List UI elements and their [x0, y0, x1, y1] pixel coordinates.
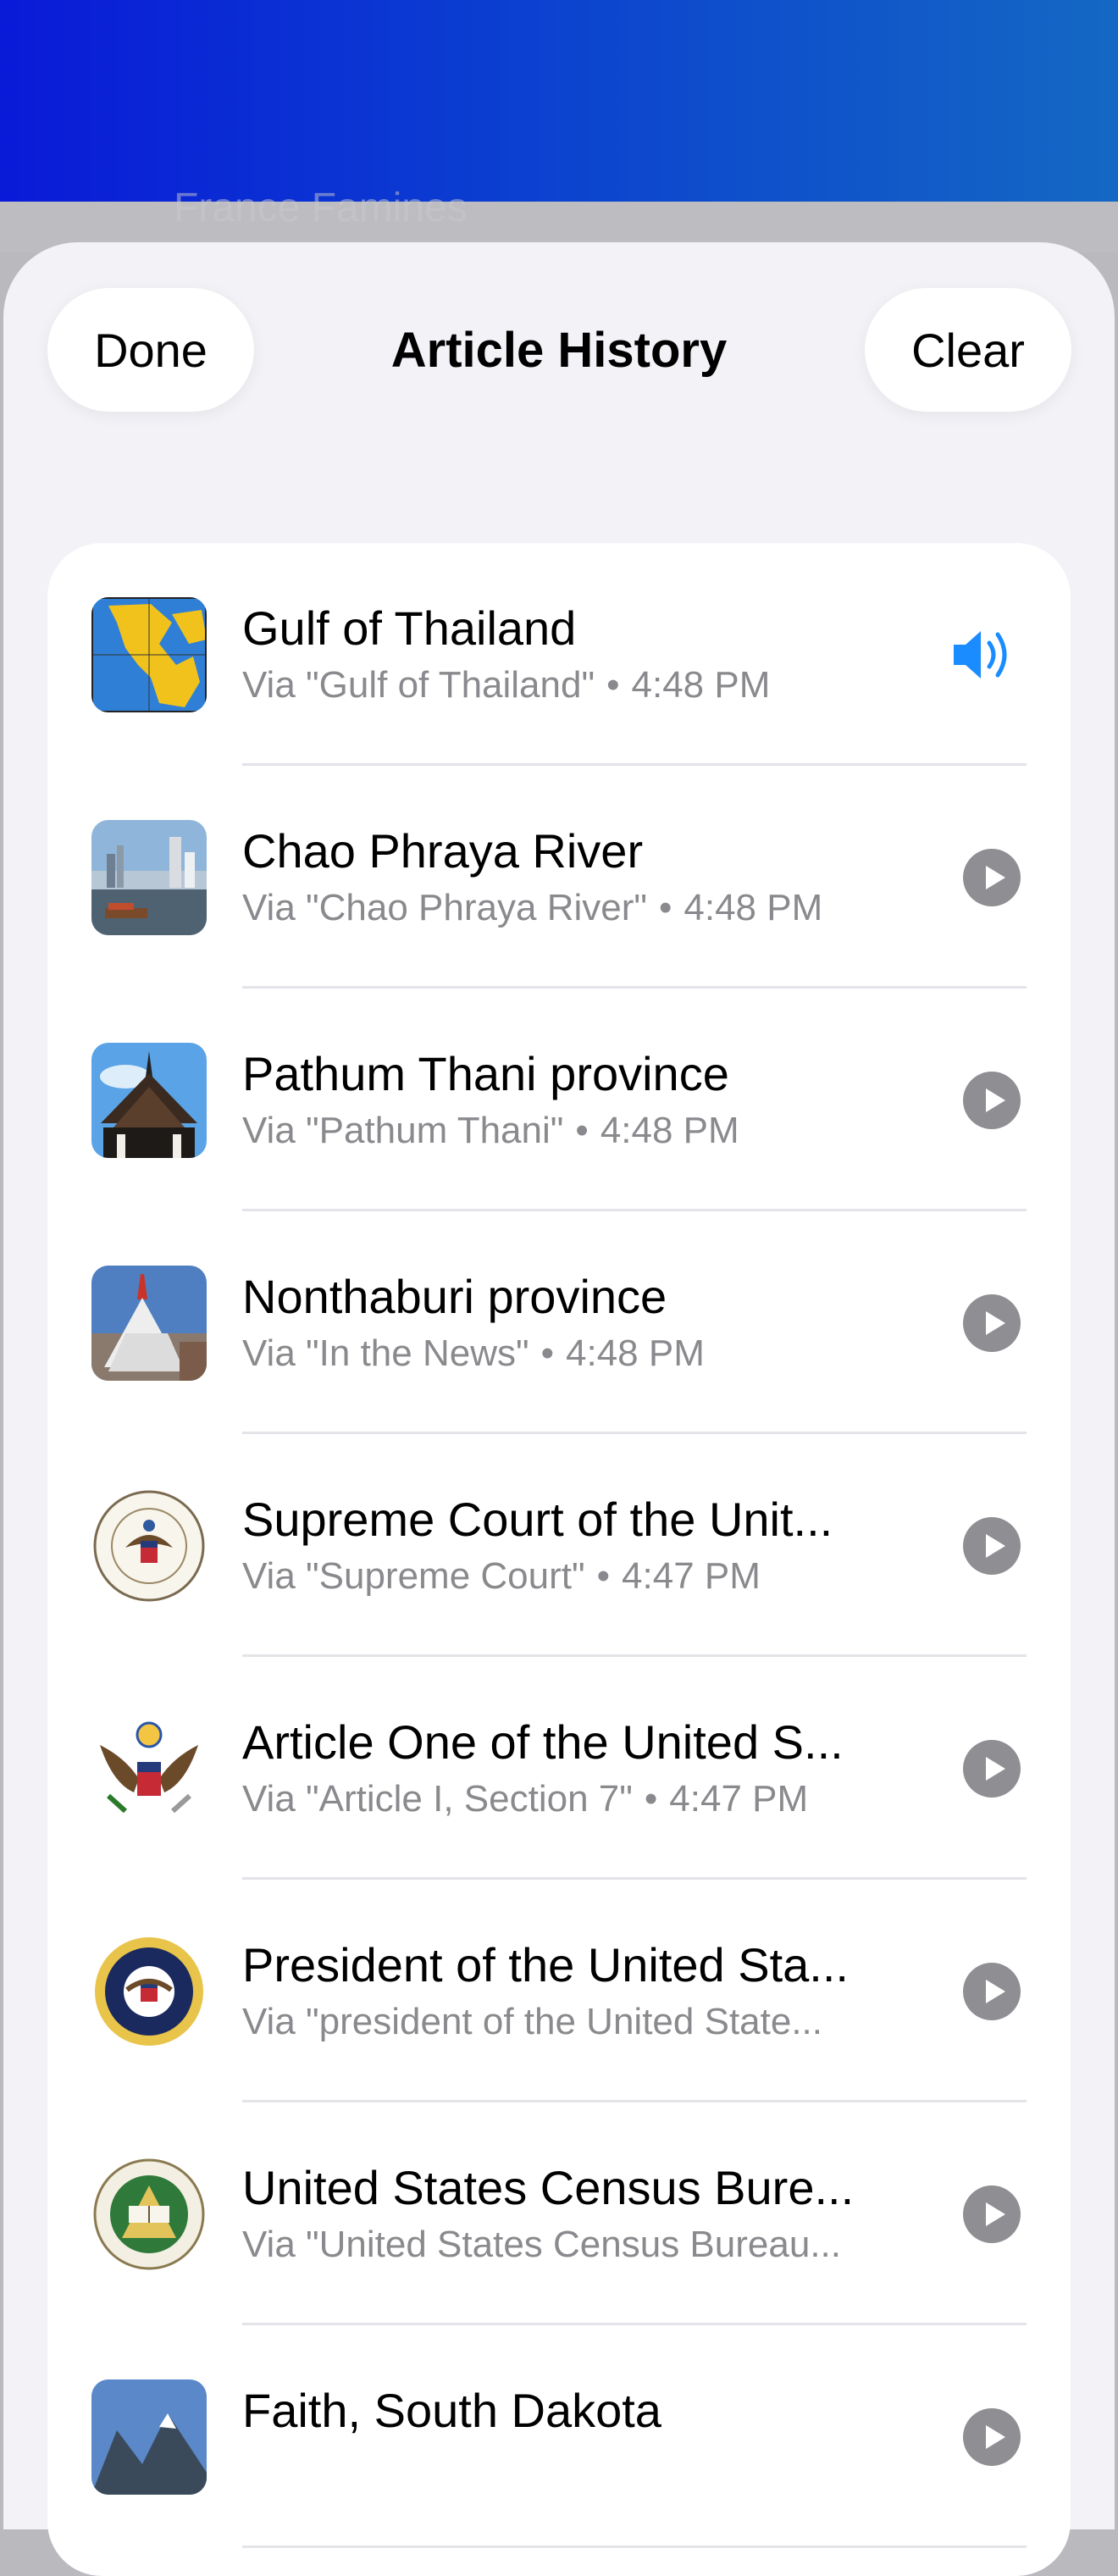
article-source: Via "In the News" • 4:48 PM	[242, 1332, 937, 1375]
article-via: Via "In the News"	[242, 1332, 529, 1374]
history-item[interactable]: Article One of the United S... Via "Artic…	[47, 1657, 1071, 1880]
article-via: Via "United States Census Bureau...	[242, 2224, 841, 2265]
article-time: 4:47 PM	[669, 1778, 809, 1820]
history-item[interactable]: Supreme Court of the Unit... Via "Supreme…	[47, 1434, 1071, 1657]
clear-button[interactable]: Clear	[865, 288, 1071, 412]
article-time: 4:48 PM	[631, 664, 771, 706]
article-title: Pathum Thani province	[242, 1047, 729, 1100]
article-via: Via "Gulf of Thailand"	[242, 664, 595, 706]
separator-dot: •	[575, 1110, 589, 1151]
play-icon[interactable]	[963, 1072, 1021, 1129]
article-source: Via "Article I, Section 7" • 4:47 PM	[242, 1778, 937, 1820]
article-thumbnail	[91, 1711, 207, 1826]
speaker-icon[interactable]	[949, 624, 1020, 685]
article-thumbnail	[91, 1266, 207, 1381]
article-via: Via "Chao Phraya River"	[242, 887, 647, 928]
article-thumbnail	[91, 597, 207, 712]
article-via: Via "Supreme Court"	[242, 1555, 585, 1597]
article-via: Via "Pathum Thani"	[242, 1110, 564, 1151]
article-title: Gulf of Thailand	[242, 601, 577, 655]
play-icon[interactable]	[963, 1294, 1021, 1352]
article-thumbnail	[91, 1043, 207, 1158]
history-item[interactable]: Faith, South Dakota	[47, 2325, 1071, 2548]
article-title: President of the United Sta...	[242, 1938, 849, 1992]
article-via: Via "president of the United State...	[242, 2001, 823, 2042]
article-time: 4:48 PM	[600, 1110, 739, 1151]
article-history-list: Gulf of Thailand Via "Gulf of Thailand" • 4…	[47, 543, 1071, 2576]
article-source: Via "Supreme Court" • 4:47 PM	[242, 1555, 937, 1598]
article-thumbnail	[91, 2157, 207, 2272]
article-time: 4:48 PM	[566, 1332, 705, 1374]
article-time: 4:47 PM	[622, 1555, 761, 1597]
separator-dot: •	[596, 1555, 611, 1597]
play-icon[interactable]	[963, 849, 1021, 906]
article-time: 4:48 PM	[684, 887, 823, 928]
separator-dot: •	[644, 1778, 658, 1820]
article-title: Nonthaburi province	[242, 1270, 667, 1323]
article-source: Via "Chao Phraya River" • 4:48 PM	[242, 887, 937, 929]
history-item[interactable]: Nonthaburi province Via "In the News" • 4:4…	[47, 1211, 1071, 1434]
history-item[interactable]: Gulf of Thailand Via "Gulf of Thailand" • 4…	[47, 543, 1071, 766]
play-icon[interactable]	[963, 2408, 1021, 2466]
history-item[interactable]: Chao Phraya River Via "Chao Phraya River"…	[47, 766, 1071, 989]
article-title: Faith, South Dakota	[242, 2384, 661, 2437]
separator-dot: •	[606, 664, 620, 706]
article-thumbnail	[91, 2379, 207, 2495]
play-icon[interactable]	[963, 1963, 1021, 2020]
top-banner	[0, 0, 1118, 202]
play-icon[interactable]	[963, 2185, 1021, 2243]
article-source: Via "United States Census Bureau...	[242, 2224, 937, 2266]
history-item[interactable]: United States Census Bure... Via "United …	[47, 2102, 1071, 2325]
article-thumbnail	[91, 1934, 207, 2049]
history-item[interactable]: Pathum Thani province Via "Pathum Thani" •…	[47, 989, 1071, 1211]
article-source: Via "president of the United State...	[242, 2001, 937, 2043]
separator-dot: •	[540, 1332, 554, 1374]
article-title: Article One of the United S...	[242, 1715, 844, 1769]
article-source: Via "Gulf of Thailand" • 4:48 PM	[242, 664, 937, 706]
article-source: Via "Pathum Thani" • 4:48 PM	[242, 1110, 937, 1152]
article-title: Chao Phraya River	[242, 824, 644, 878]
article-title: United States Census Bure...	[242, 2161, 855, 2214]
play-icon[interactable]	[963, 1740, 1021, 1798]
history-item[interactable]: President of the United Sta... Via "presi…	[47, 1880, 1071, 2102]
article-thumbnail	[91, 820, 207, 935]
article-via: Via "Article I, Section 7"	[242, 1778, 633, 1820]
article-thumbnail	[91, 1488, 207, 1604]
play-icon[interactable]	[963, 1517, 1021, 1575]
separator-dot: •	[658, 887, 672, 928]
row-divider	[242, 2546, 1027, 2548]
background-article-title: France Famines	[174, 186, 468, 230]
article-title: Supreme Court of the Unit...	[242, 1493, 833, 1546]
